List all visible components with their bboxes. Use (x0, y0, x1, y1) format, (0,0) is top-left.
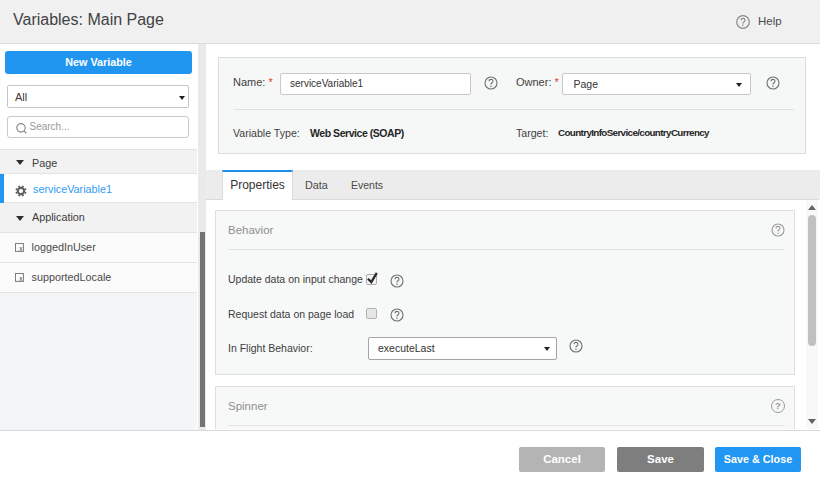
svg-text:x: x (19, 245, 23, 252)
svg-text:x: x (19, 275, 23, 282)
